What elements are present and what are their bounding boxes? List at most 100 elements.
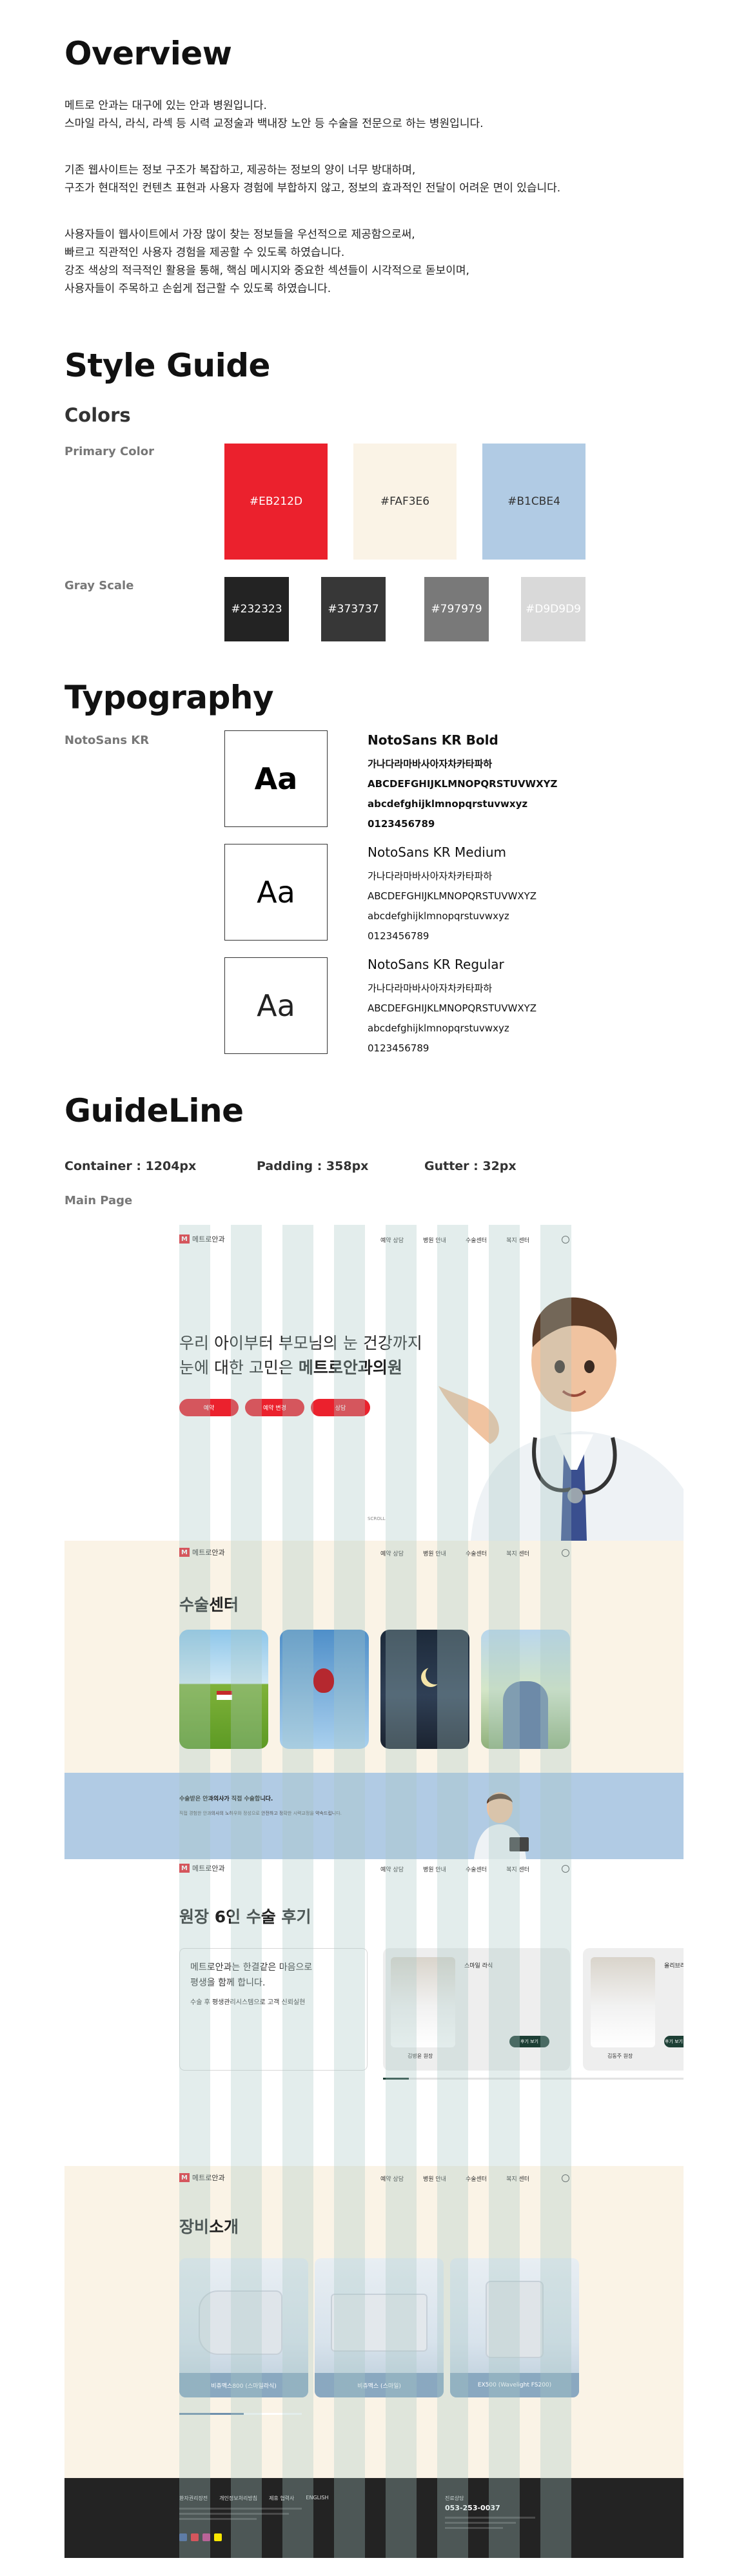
equipment-caption: 비쥬맥스800 (스마일라식) xyxy=(179,2373,308,2397)
globe-icon[interactable] xyxy=(562,1865,569,1873)
mock-logo[interactable]: M 메트로안과 xyxy=(179,1863,225,1873)
equipment-slider-track[interactable] xyxy=(179,2413,302,2415)
specimen-upper: ABCDEFGHIJKLMNOPQRSTUVWXYZ xyxy=(368,890,537,902)
nav-item[interactable]: 복지 센터 xyxy=(506,1236,529,1244)
laser-machine-icon xyxy=(199,2290,282,2355)
overview-line: 기존 웹사이트는 정보 구조가 복잡하고, 제공하는 정보의 양이 너무 방대하… xyxy=(64,164,416,177)
primary-color-label: Primary Color xyxy=(64,445,155,458)
review-button[interactable]: 후기 보기 xyxy=(509,2036,549,2047)
nav-item[interactable]: 병원 안내 xyxy=(423,1236,446,1244)
intro-line: 메트로안과는 한결같은 마음으로 xyxy=(190,1962,313,1973)
surgery-card-smile[interactable] xyxy=(179,1630,268,1749)
equipment-card[interactable]: 비쥬맥스800 (스마일라식) xyxy=(179,2258,308,2397)
equipment-card[interactable]: EX500 (Wavelight FS200) xyxy=(450,2258,579,2397)
nav-item[interactable]: 수술센터 xyxy=(466,1549,487,1557)
sample-glyph: Aa xyxy=(257,988,295,1023)
footer-links: 환자권리장전 개인정보처리방침 제휴 협력사 ENGLISH xyxy=(179,2495,329,2502)
hero-consult-button[interactable]: 상담 xyxy=(311,1399,370,1416)
equipment-slider-thumb[interactable] xyxy=(179,2413,244,2415)
youtube-icon[interactable] xyxy=(191,2533,199,2541)
doctor-name: 김병윤 원장 xyxy=(408,2053,433,2059)
logo-mark-icon: M xyxy=(179,2173,190,2182)
gray-swatch-2: #373737 xyxy=(321,577,386,641)
primary-swatch-red: #EB212D xyxy=(224,444,328,560)
surgery-card-lasek[interactable] xyxy=(380,1630,469,1749)
doctor-name: 김동주 원장 xyxy=(607,2053,633,2059)
overview-line: 스마일 라식, 라식, 라섹 등 시력 교정술과 백내장 노안 등 수술을 전문… xyxy=(64,117,484,130)
footer-link[interactable]: 개인정보처리방침 xyxy=(219,2495,257,2502)
mock-reviews-section: M 메트로안과 예약 상담 병원 안내 수술센터 복지 센터 원장 6인 수술 … xyxy=(64,1859,684,2166)
mock-nav: 예약 상담 병원 안내 수술센터 복지 센터 xyxy=(380,2174,529,2183)
main-page-label: Main Page xyxy=(64,1194,133,1207)
main-page-mockup: M 메트로안과 예약 상담 병원 안내 수술센터 복지 센터 우리 아이부터 부… xyxy=(64,1225,684,2558)
laser-machine-icon xyxy=(331,2294,428,2352)
reviews-intro-card: 메트로안과는 한결같은 마음으로 평생을 함께 합니다. 수술 후 평생관리시스… xyxy=(179,1948,368,2071)
gray-swatch-3: #797979 xyxy=(424,577,489,641)
specimen-hangul: 가나다라마바사아자차카타파하 xyxy=(368,870,493,882)
footer-info-lines xyxy=(179,2508,302,2520)
hero-reserve-button[interactable]: 예약 xyxy=(179,1399,239,1416)
review-slider-thumb[interactable] xyxy=(383,2078,409,2080)
typography-title: Typography xyxy=(64,679,274,716)
banner-title: 수술받은 안과의사가 직접 수술합니다. xyxy=(179,1796,273,1802)
globe-icon[interactable] xyxy=(562,2174,569,2182)
globe-icon[interactable] xyxy=(562,1549,569,1557)
footer-link[interactable]: 환자권리장전 xyxy=(179,2495,208,2502)
surgery-card-cataract[interactable] xyxy=(481,1630,570,1749)
nav-item[interactable]: 수술센터 xyxy=(466,2174,487,2183)
nav-item[interactable]: 예약 상담 xyxy=(380,1865,404,1873)
swatch-label: #FAF3E6 xyxy=(380,495,430,508)
specimen-hangul: 가나다라마바사아자차카타파하 xyxy=(368,982,493,994)
globe-icon[interactable] xyxy=(562,1236,569,1244)
footer-social-icons xyxy=(179,2533,222,2541)
specimen-lower: abcdefghijklmnopqrstuvwxyz xyxy=(368,910,509,922)
doctor-review-card[interactable]: 스마일 라식 김병윤 원장 후기 보기 xyxy=(383,1948,570,2071)
nav-item[interactable]: 병원 안내 xyxy=(423,1549,446,1557)
nav-item[interactable]: 수술센터 xyxy=(466,1236,487,1244)
house-icon xyxy=(217,1691,232,1700)
type-specimen-bold: NotoSans KR Bold 가나다라마바사아자차카타파하 ABCDEFGH… xyxy=(368,732,557,834)
balloon-icon xyxy=(313,1668,334,1693)
mock-logo[interactable]: M 메트로안과 xyxy=(179,1547,225,1557)
mock-hero-section: M 메트로안과 예약 상담 병원 안내 수술센터 복지 센터 우리 아이부터 부… xyxy=(64,1225,684,1541)
hero-line-1: 우리 아이부터 부모님의 눈 건강까지 xyxy=(179,1334,422,1352)
hero-change-button[interactable]: 예약 변경 xyxy=(245,1399,304,1416)
facebook-icon[interactable] xyxy=(179,2533,187,2541)
nav-item[interactable]: 병원 안내 xyxy=(423,1865,446,1873)
nav-item[interactable]: 복지 센터 xyxy=(506,2174,529,2183)
doctor-role: 올리브라식 xyxy=(664,1963,684,1969)
nav-item[interactable]: 복지 센터 xyxy=(506,1549,529,1557)
footer-link[interactable]: 제휴 협력사 xyxy=(269,2495,294,2502)
font-family-label: NotoSans KR xyxy=(64,734,150,747)
swatch-label: #232323 xyxy=(231,603,282,616)
overview-line: 강조 색상의 적극적인 활용을 통해, 핵심 메시지와 중요한 섹션들이 시각적… xyxy=(64,264,469,277)
nav-item[interactable]: 수술센터 xyxy=(466,1865,487,1873)
surgery-card-lasik[interactable] xyxy=(280,1630,369,1749)
laser-machine-icon xyxy=(486,2281,544,2358)
logo-mark-icon: M xyxy=(179,1234,190,1244)
kakao-icon[interactable] xyxy=(214,2533,222,2541)
review-slider-track[interactable] xyxy=(383,2078,684,2080)
nav-item[interactable]: 복지 센터 xyxy=(506,1865,529,1873)
style-guide-title: Style Guide xyxy=(64,347,270,384)
equipment-caption: 비쥬맥스 (스마일) xyxy=(315,2373,444,2397)
equipment-card[interactable]: 비쥬맥스 (스마일) xyxy=(315,2258,444,2397)
footer-phone[interactable]: 053-253-0037 xyxy=(445,2504,500,2512)
nav-item[interactable]: 예약 상담 xyxy=(380,1236,404,1244)
sample-glyph: Aa xyxy=(257,875,295,910)
nav-item[interactable]: 예약 상담 xyxy=(380,2174,404,2183)
intro-line: 수술 후 평생관리시스템으로 고객 신뢰실현 xyxy=(190,1999,306,2006)
doctor-photo xyxy=(391,1957,455,2047)
mock-logo[interactable]: M 메트로안과 xyxy=(179,2172,225,2183)
instagram-icon[interactable] xyxy=(202,2533,210,2541)
banner-text: 직접 경험한 안과의사의 노하우와 정성으로 안전하고 정확한 시력교정을 약속… xyxy=(179,1810,373,1817)
review-button[interactable]: 후기 보기 xyxy=(664,2036,684,2047)
doctor-review-card[interactable]: 올리브라식 김동주 원장 후기 보기 xyxy=(583,1948,684,2071)
overview-title: Overview xyxy=(64,35,232,72)
swatch-label: #D9D9D9 xyxy=(526,603,581,616)
nav-item[interactable]: 병원 안내 xyxy=(423,2174,446,2183)
mock-logo[interactable]: M 메트로안과 xyxy=(179,1234,225,1244)
colors-heading: Colors xyxy=(64,404,131,426)
footer-link[interactable]: ENGLISH xyxy=(306,2495,328,2502)
nav-item[interactable]: 예약 상담 xyxy=(380,1549,404,1557)
